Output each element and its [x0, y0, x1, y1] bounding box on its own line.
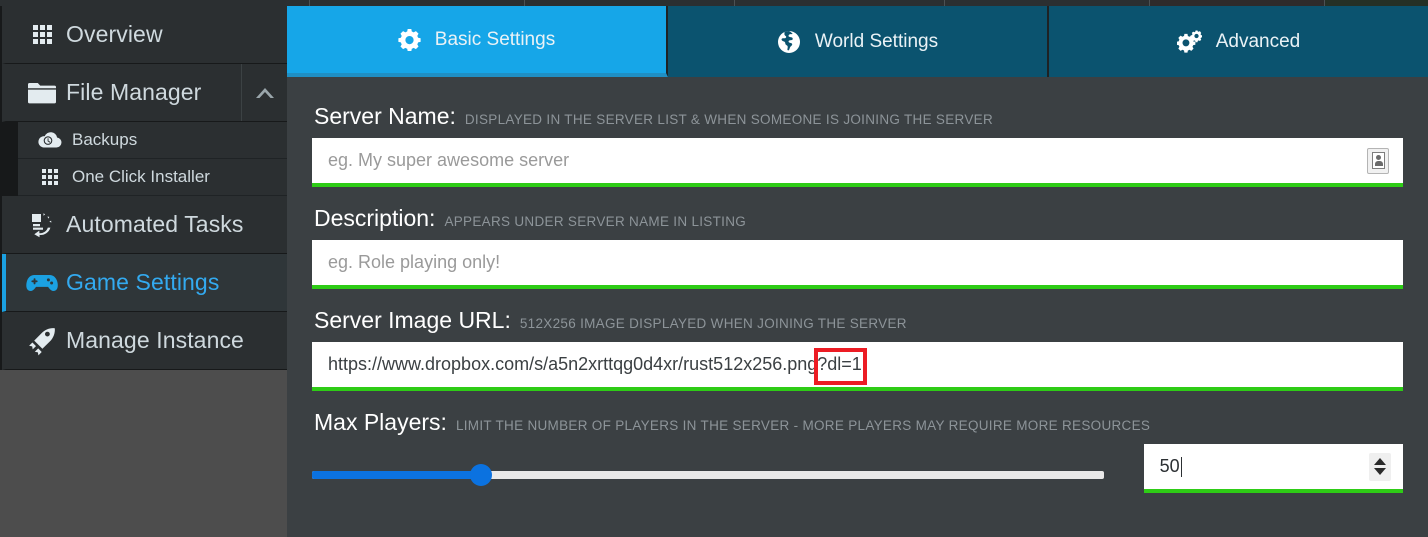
- sidebar-item-game-settings[interactable]: Game Settings: [2, 254, 287, 312]
- cloud-clock-icon: [28, 131, 72, 149]
- sidebar-nav: Overview File Manager Backups One Click …: [0, 6, 287, 370]
- gear-icon: [398, 28, 421, 51]
- server-image-url-input[interactable]: https://www.dropbox.com/s/a5n2xrttqg0d4x…: [312, 342, 1403, 391]
- number-stepper[interactable]: [1369, 452, 1391, 481]
- sidebar-item-label: File Manager: [66, 79, 202, 105]
- sidebar: Overview File Manager Backups One Click …: [0, 6, 287, 537]
- content-area: Basic Settings World Settings Advanced S…: [287, 6, 1428, 537]
- max-players-number-cell: 50: [1143, 444, 1403, 493]
- field-description: Description: APPEARS UNDER SERVER NAME I…: [312, 205, 1403, 289]
- slider-thumb[interactable]: [469, 464, 492, 486]
- sidebar-item-label: Overview: [66, 21, 163, 47]
- sidebar-item-one-click-installer[interactable]: One Click Installer: [18, 159, 287, 196]
- grid-icon: [18, 25, 66, 44]
- field-hint: APPEARS UNDER SERVER NAME IN LISTING: [444, 214, 747, 229]
- description-label-row: Description: APPEARS UNDER SERVER NAME I…: [312, 205, 1403, 232]
- field-label: Max Players:: [314, 409, 447, 435]
- server-image-url-label-row: Server Image URL: 512X256 IMAGE DISPLAYE…: [312, 307, 1403, 334]
- sidebar-subitem-label: Backups: [72, 130, 138, 149]
- automated-tasks-icon: [18, 211, 66, 239]
- sidebar-item-label: Manage Instance: [66, 327, 244, 353]
- settings-tabs: Basic Settings World Settings Advanced: [287, 6, 1428, 77]
- field-hint: LIMIT THE NUMBER OF PLAYERS IN THE SERVE…: [455, 418, 1151, 433]
- sidebar-item-label: Automated Tasks: [66, 211, 244, 237]
- sidebar-item-automated-tasks[interactable]: Automated Tasks: [2, 196, 287, 254]
- sidebar-item-label: Game Settings: [66, 269, 220, 295]
- globe-icon: [777, 30, 801, 54]
- grid-icon: [28, 169, 72, 185]
- sidebar-item-overview[interactable]: Overview: [2, 6, 287, 64]
- folder-icon: [18, 81, 66, 105]
- description-input[interactable]: eg. Role playing only!: [312, 240, 1403, 289]
- top-partial-seg: [0, 0, 310, 6]
- top-partial-seg: [525, 0, 735, 6]
- max-players-controls: 50: [312, 444, 1403, 494]
- field-label: Server Name:: [314, 103, 456, 129]
- tab-basic-settings[interactable]: Basic Settings: [287, 6, 668, 77]
- field-hint: 512X256 IMAGE DISPLAYED WHEN JOINING THE…: [519, 316, 907, 331]
- field-label: Description:: [314, 205, 436, 231]
- text-cursor: [1180, 456, 1182, 477]
- max-players-slider-cell: [312, 444, 1104, 494]
- top-partial-seg: [1150, 0, 1325, 6]
- game-settings-page: Overview File Manager Backups One Click …: [0, 0, 1428, 537]
- sidebar-item-file-manager[interactable]: File Manager: [2, 64, 287, 122]
- max-players-label-row: Max Players: LIMIT THE NUMBER OF PLAYERS…: [312, 409, 1403, 436]
- tab-label: Basic Settings: [434, 28, 556, 50]
- sidebar-item-backups[interactable]: Backups: [18, 122, 287, 159]
- server-image-url-value: https://www.dropbox.com/s/a5n2xrttqg0d4x…: [328, 354, 862, 374]
- top-partial-seg: [735, 0, 945, 6]
- field-server-image-url: Server Image URL: 512X256 IMAGE DISPLAYE…: [312, 307, 1403, 391]
- top-partial-tabbar: [0, 0, 1428, 6]
- server-name-label-row: Server Name: DISPLAYED IN THE SERVER LIS…: [312, 103, 1403, 130]
- slider-fill: [312, 471, 481, 479]
- sidebar-item-manage-instance[interactable]: Manage Instance: [2, 312, 287, 370]
- field-max-players: Max Players: LIMIT THE NUMBER OF PLAYERS…: [312, 409, 1403, 494]
- field-hint: DISPLAYED IN THE SERVER LIST & WHEN SOME…: [464, 112, 993, 127]
- tab-world-settings[interactable]: World Settings: [668, 6, 1049, 77]
- stepper-down-icon[interactable]: [1374, 468, 1386, 475]
- chevron-up-icon[interactable]: [241, 64, 287, 121]
- top-partial-seg: [1325, 0, 1428, 6]
- server-name-placeholder: eg. My super awesome server: [328, 150, 570, 170]
- basic-settings-form: Server Name: DISPLAYED IN THE SERVER LIS…: [287, 77, 1428, 537]
- tab-label: World Settings: [814, 30, 939, 52]
- max-players-value: 50: [1159, 456, 1180, 476]
- gears-icon: [1176, 29, 1202, 54]
- field-server-name: Server Name: DISPLAYED IN THE SERVER LIS…: [312, 103, 1403, 187]
- top-partial-seg: [945, 0, 1150, 6]
- field-label: Server Image URL:: [314, 307, 511, 333]
- sidebar-subitem-label: One Click Installer: [72, 167, 210, 186]
- contact-card-icon[interactable]: [1367, 147, 1389, 174]
- rocket-icon: [18, 326, 66, 356]
- tab-label: Advanced: [1215, 30, 1301, 52]
- stepper-up-icon[interactable]: [1374, 458, 1386, 465]
- server-name-input[interactable]: eg. My super awesome server: [312, 138, 1403, 187]
- max-players-slider[interactable]: [312, 456, 1104, 494]
- top-partial-seg: [310, 0, 525, 6]
- tab-advanced[interactable]: Advanced: [1049, 6, 1428, 77]
- max-players-input[interactable]: 50: [1143, 444, 1403, 493]
- gamepad-icon: [18, 272, 66, 294]
- description-placeholder: eg. Role playing only!: [328, 252, 501, 272]
